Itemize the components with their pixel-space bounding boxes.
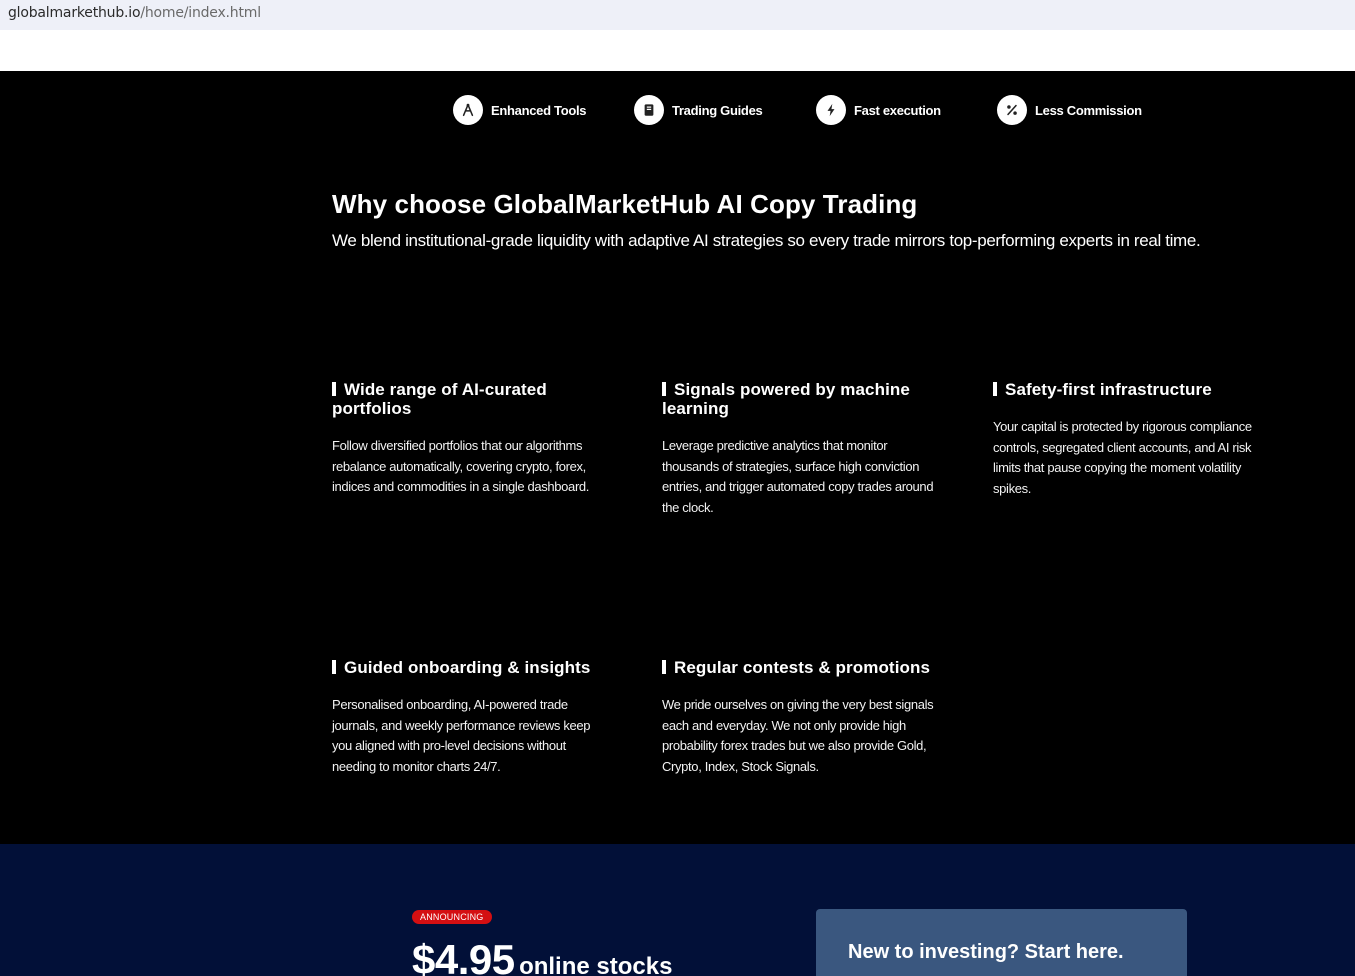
- card-title-text: Regular contests & promotions: [674, 658, 931, 677]
- accent-bar: [332, 382, 336, 396]
- card-body: Your capital is protected by rigorous co…: [993, 419, 1252, 496]
- card-title: Regular contests & promotions: [662, 658, 942, 677]
- accent-bar: [332, 660, 336, 674]
- feature-label: Less Commission: [1035, 102, 1142, 118]
- card-safety-infrastructure: Safety-first infrastructure Your capital…: [993, 380, 1273, 499]
- card-title: Safety-first infrastructure: [993, 380, 1273, 399]
- start-investing-card[interactable]: New to investing? Start here.: [816, 909, 1187, 976]
- card-contests-promotions: Regular contests & promotions We pride o…: [662, 658, 942, 777]
- percent-icon: [997, 95, 1027, 125]
- card-ml-signals: Signals powered by machine learning Leve…: [662, 380, 942, 518]
- price-suffix: online stocks: [519, 953, 673, 976]
- section-subheading: We blend institutional-grade liquidity w…: [332, 231, 1201, 250]
- card-title: Signals powered by machine learning: [662, 380, 942, 418]
- card-ai-portfolios: Wide range of AI-curated portfolios Foll…: [332, 380, 612, 498]
- tools-icon: [453, 95, 483, 125]
- feature-enhanced-tools: Enhanced Tools: [453, 95, 587, 125]
- section-heading: Why choose GlobalMarketHub AI Copy Tradi…: [332, 189, 918, 219]
- url-text[interactable]: globalmarkethub.io/home/index.html: [8, 5, 261, 21]
- card-body: We pride ourselves on giving the very be…: [662, 697, 934, 774]
- browser-address-bar[interactable]: globalmarkethub.io/home/index.html: [0, 0, 1355, 30]
- lightning-icon: [816, 95, 846, 125]
- price-value: $4.95: [412, 936, 515, 976]
- accent-bar: [662, 660, 666, 674]
- card-title-text: Signals powered by machine learning: [662, 380, 910, 418]
- card-title-text: Safety-first infrastructure: [1005, 380, 1212, 399]
- announcing-badge: ANNOUNCING: [412, 910, 492, 924]
- feature-trading-guides: Trading Guides: [634, 95, 763, 125]
- feature-less-commission: Less Commission: [997, 95, 1142, 125]
- card-guided-onboarding: Guided onboarding & insights Personalise…: [332, 658, 612, 777]
- feature-fast-execution: Fast execution: [816, 95, 941, 125]
- start-investing-title: New to investing? Start here.: [848, 941, 1124, 963]
- card-title-text: Wide range of AI-curated portfolios: [332, 380, 547, 418]
- card-body: Personalised onboarding, AI-powered trad…: [332, 697, 591, 774]
- card-body: Follow diversified portfolios that our a…: [332, 438, 590, 495]
- card-title: Wide range of AI-curated portfolios: [332, 380, 612, 418]
- feature-label: Trading Guides: [672, 102, 763, 118]
- feature-label: Fast execution: [854, 102, 941, 118]
- accent-bar: [662, 382, 666, 396]
- book-icon: [634, 95, 664, 125]
- card-body: Leverage predictive analytics that monit…: [662, 438, 934, 515]
- url-path: /home/index.html: [140, 5, 261, 21]
- promo-section: ANNOUNCING $4.95 online stocks New to in…: [0, 844, 1355, 976]
- feature-label: Enhanced Tools: [491, 102, 587, 118]
- accent-bar: [993, 382, 997, 396]
- url-domain: globalmarkethub.io: [8, 5, 141, 21]
- header-bar: [0, 30, 1355, 71]
- card-title: Guided onboarding & insights: [332, 658, 612, 677]
- card-title-text: Guided onboarding & insights: [344, 658, 591, 677]
- price-headline: $4.95 online stocks: [412, 936, 672, 976]
- why-choose-section: Enhanced Tools Trading Guides Fast execu…: [0, 71, 1355, 844]
